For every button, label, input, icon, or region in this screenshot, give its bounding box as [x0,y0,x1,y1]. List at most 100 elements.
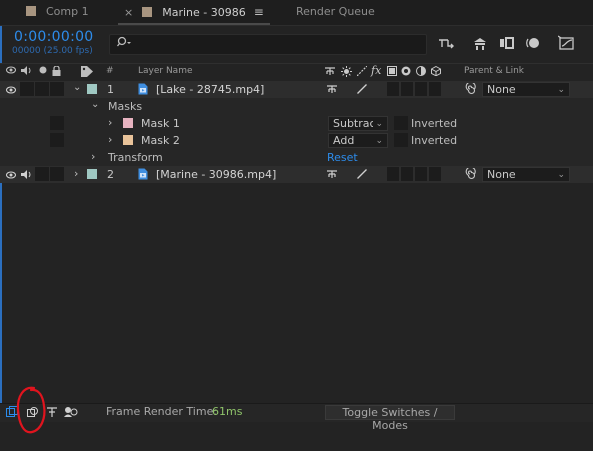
adjustment-switch[interactable] [415,82,427,96]
lock-toggle[interactable] [50,167,64,181]
transform-reset-link[interactable]: Reset [327,151,358,164]
shy-layers-icon[interactable] [438,35,454,51]
adjustment-switch[interactable] [415,167,427,181]
quality-switch-icon[interactable] [357,169,367,182]
effects-column-icon[interactable]: fx [371,64,381,77]
motion-blur-column-icon[interactable] [401,66,411,79]
close-icon[interactable]: × [124,6,133,19]
mask-row[interactable]: › Mask 1 Subtract ⌄ Inverted [0,115,593,132]
layer-name[interactable]: [Marine - 30986.mp4] [156,168,276,181]
shy-column-icon[interactable] [324,66,336,79]
tab-label: Comp 1 [46,5,89,18]
inverted-checkbox[interactable] [394,116,408,130]
visibility-column-icon[interactable] [5,66,17,77]
audio-column-icon[interactable] [21,66,32,78]
timeline-status-bar [0,403,593,422]
mask-name[interactable]: Mask 1 [141,117,180,130]
parent-select[interactable]: None ⌄ [482,82,570,97]
collapse-transform-column-icon[interactable] [341,66,352,80]
quality-column-icon[interactable] [356,65,368,79]
render-time-value: 61ms [212,405,243,418]
parent-link-column-header[interactable]: Parent & Link [464,66,524,76]
search-input[interactable] [109,34,427,55]
layer-name-column-header[interactable]: Layer Name [138,66,193,76]
mask-name[interactable]: Mask 2 [141,134,180,147]
chevron-down-icon: ⌄ [373,117,383,130]
frame-blending-icon[interactable] [499,35,515,51]
audio-toggle-icon[interactable] [21,169,32,182]
chevron-down-icon[interactable]: ⌄ [91,99,99,110]
layer-row[interactable]: › 2 [Marine - 30986.mp4] None ⌄ [0,166,593,183]
mask-color-swatch[interactable] [123,118,133,128]
mask-row[interactable]: › Mask 2 Add ⌄ Inverted [0,132,593,149]
inverted-checkbox[interactable] [394,133,408,147]
adjustment-layer-column-icon[interactable] [416,66,426,79]
frame-blend-column-icon[interactable] [387,66,397,79]
layer-row[interactable]: ⌄ 1 [Lake - 28745.mp4] None ⌄ [0,81,593,98]
chevron-down-icon: ⌄ [557,170,565,180]
label-column-icon[interactable] [81,66,93,80]
shy-switch-icon[interactable] [326,169,338,182]
transform-label: Transform [108,151,163,164]
lock-toggle[interactable] [50,82,64,96]
lock-toggle[interactable] [50,116,64,130]
render-time-pane-icon[interactable] [64,406,78,421]
3d-switch[interactable] [429,167,441,181]
pick-whip-icon[interactable] [464,81,476,98]
chevron-right-icon[interactable]: › [74,167,78,180]
layer-number: 2 [107,168,114,181]
lock-column-icon[interactable] [52,65,61,79]
shy-switch-icon[interactable] [326,84,338,97]
label-color-swatch[interactable] [87,84,97,94]
chevron-right-icon[interactable]: › [108,116,112,129]
annotation-circle [16,386,46,434]
video-file-icon [138,168,148,183]
visibility-toggle-icon[interactable] [5,84,17,97]
layer-number: 1 [107,83,114,96]
motion-blur-switch[interactable] [401,82,413,96]
toggle-switches-modes-button[interactable]: Toggle Switches / Modes [325,405,455,432]
3d-switch[interactable] [429,82,441,96]
mask-mode-value: Add [333,134,355,147]
chevron-down-icon[interactable]: ⌄ [73,82,81,93]
video-file-icon [138,83,148,98]
audio-toggle[interactable] [20,82,34,96]
chevron-right-icon[interactable]: › [91,150,95,163]
motion-blur-switch[interactable] [401,167,413,181]
quality-switch-icon[interactable] [357,84,367,97]
transform-group-row[interactable]: › Transform Reset [0,149,593,166]
frame-rate-display: 00000 (25.00 fps) [12,46,93,56]
inverted-label: Inverted [411,134,458,147]
3d-layer-column-icon[interactable] [431,65,441,79]
parent-select-value: None [487,168,516,181]
frame-blend-switch[interactable] [387,167,399,181]
mask-color-swatch[interactable] [123,135,133,145]
solo-toggle[interactable] [35,167,49,181]
pick-whip-icon[interactable] [464,166,476,183]
masks-group-row[interactable]: ⌄ Masks [0,98,593,115]
lock-toggle[interactable] [50,133,64,147]
parent-select[interactable]: None ⌄ [482,167,570,182]
motion-blur-icon[interactable] [525,35,541,51]
current-time-display[interactable]: 0:00:00:00 [14,29,94,45]
graph-editor-icon[interactable] [557,35,574,51]
solo-toggle[interactable] [35,82,49,96]
tab-marine-30986[interactable]: × Marine - 30986 ≡ [124,0,264,25]
draft-3d-icon[interactable] [472,35,488,51]
tab-render-queue[interactable]: Render Queue [296,0,375,25]
chevron-right-icon[interactable]: › [108,133,112,146]
tab-comp-1[interactable]: Comp 1 [26,0,89,25]
visibility-toggle-icon[interactable] [5,169,17,182]
mask-mode-select[interactable]: Add ⌄ [328,133,388,148]
mask-mode-select[interactable]: Subtract ⌄ [328,116,388,131]
frame-blend-switch[interactable] [387,82,399,96]
number-column-header[interactable]: # [106,66,114,76]
label-color-swatch[interactable] [87,169,97,179]
chevron-down-icon: ⌄ [557,85,565,95]
masks-group-label: Masks [108,100,143,113]
chevron-down-icon: ⌄ [375,136,383,146]
panel-menu-icon[interactable]: ≡ [254,5,264,19]
solo-column-icon[interactable] [39,66,47,77]
layer-name[interactable]: [Lake - 28745.mp4] [156,83,264,96]
search-icon [116,36,133,51]
